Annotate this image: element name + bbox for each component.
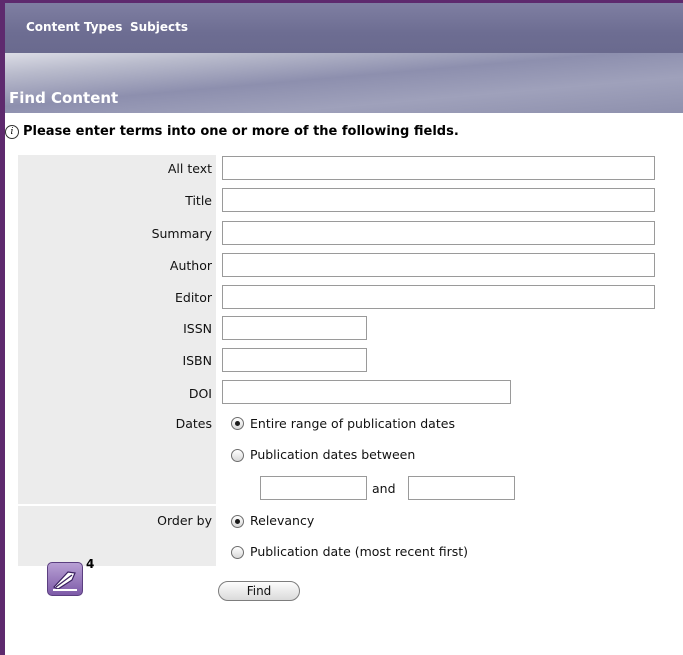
tab-subjects[interactable]: Subjects <box>130 20 188 34</box>
edit-note-icon <box>53 571 77 591</box>
radio-entire-range[interactable] <box>231 417 244 430</box>
all-text-input[interactable] <box>222 156 655 180</box>
info-icon: i <box>5 125 19 139</box>
badge-count: 4 <box>86 557 95 571</box>
isbn-input[interactable] <box>222 348 367 372</box>
find-button[interactable]: Find <box>218 581 300 601</box>
author-input[interactable] <box>222 253 655 277</box>
and-label: and <box>372 481 396 496</box>
instructions: i Please enter terms into one or more of … <box>5 124 459 139</box>
date-to-input[interactable] <box>408 476 515 500</box>
radio-relevancy-label[interactable]: Relevancy <box>250 513 314 528</box>
label-title: Title <box>185 193 212 208</box>
top-navigation-bar: Content Types Subjects <box>5 3 683 53</box>
radio-dates-between[interactable] <box>231 449 244 462</box>
label-author: Author <box>169 258 212 273</box>
doi-input[interactable] <box>222 380 511 404</box>
label-doi: DOI <box>188 386 212 401</box>
label-all-text: All text <box>167 161 212 176</box>
label-isbn: ISBN <box>182 353 212 368</box>
issn-input[interactable] <box>222 316 367 340</box>
date-from-input[interactable] <box>260 476 367 500</box>
edit-note-badge[interactable] <box>47 562 83 596</box>
radio-entire-range-label[interactable]: Entire range of publication dates <box>250 416 455 431</box>
label-dates: Dates <box>175 416 212 431</box>
radio-publication-date[interactable] <box>231 546 244 559</box>
label-order-by: Order by <box>157 513 212 528</box>
radio-relevancy[interactable] <box>231 515 244 528</box>
editor-input[interactable] <box>222 285 655 309</box>
tab-content-types[interactable]: Content Types <box>26 20 122 34</box>
section-title: Find Content <box>9 89 119 107</box>
title-input[interactable] <box>222 188 655 212</box>
label-editor: Editor <box>175 290 212 305</box>
label-summary: Summary <box>151 226 212 241</box>
summary-input[interactable] <box>222 221 655 245</box>
label-issn: ISSN <box>183 321 212 336</box>
radio-dates-between-label[interactable]: Publication dates between <box>250 447 415 462</box>
radio-publication-date-label[interactable]: Publication date (most recent first) <box>250 544 468 559</box>
section-header: Find Content <box>5 53 683 113</box>
instruction-text: Please enter terms into one or more of t… <box>23 124 459 139</box>
